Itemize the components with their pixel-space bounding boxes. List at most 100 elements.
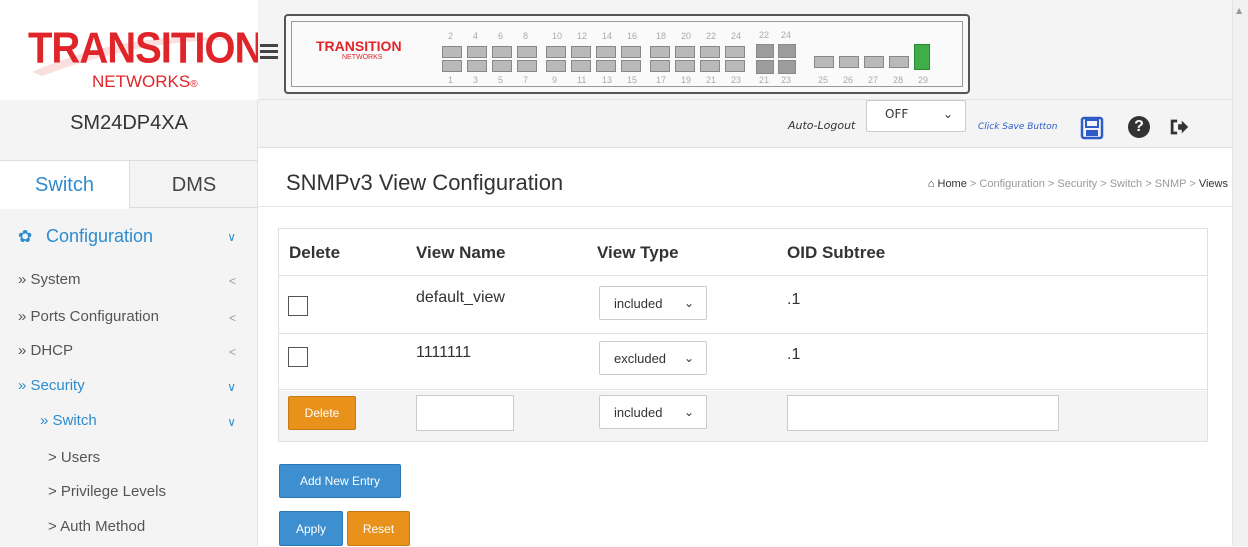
port-icon[interactable]	[650, 46, 670, 58]
port-icon[interactable]	[725, 60, 745, 72]
port-number: 13	[602, 75, 613, 85]
sidebar-item-label: » System	[18, 271, 81, 288]
save-icon[interactable]	[1080, 116, 1104, 140]
port-icon[interactable]	[492, 46, 512, 58]
port-number: 27	[868, 75, 879, 85]
sidebar-item-security[interactable]: » Security ∨	[0, 377, 258, 399]
port-icon[interactable]	[700, 60, 720, 72]
port-icon[interactable]	[571, 46, 591, 58]
port-icon[interactable]	[546, 46, 566, 58]
help-icon[interactable]: ?	[1128, 116, 1150, 138]
port-icon[interactable]	[700, 46, 720, 58]
panel-logo-text-bottom: NETWORKS	[342, 54, 383, 61]
column-header-view-type: View Type	[597, 243, 679, 262]
sidebar-item-privilege-levels[interactable]: > Privilege Levels	[0, 483, 258, 505]
port-icon[interactable]	[546, 60, 566, 72]
port-number: 26	[843, 75, 854, 85]
sfp-port-icon[interactable]	[756, 44, 774, 58]
port-icon[interactable]	[621, 60, 641, 72]
breadcrumb-home[interactable]: Home	[938, 178, 967, 190]
port-number: 3	[473, 75, 479, 85]
sidebar-item-configuration[interactable]: ✿ Configuration ∨	[0, 226, 258, 254]
chevron-down-icon: ∨	[227, 415, 236, 429]
port-number: 19	[681, 75, 692, 85]
port-icon[interactable]	[839, 56, 859, 68]
port-number: 21	[759, 75, 770, 85]
home-icon: ⌂	[927, 178, 935, 190]
logout-icon[interactable]	[1168, 116, 1190, 138]
view-type-select[interactable]: included ⌄	[599, 395, 707, 429]
view-name-input[interactable]	[416, 395, 514, 431]
sidebar-item-dhcp[interactable]: » DHCP <	[0, 342, 258, 364]
scroll-up-icon[interactable]: ▲	[1236, 6, 1242, 15]
sidebar-item-ports-configuration[interactable]: » Ports Configuration <	[0, 308, 258, 330]
chevron-down-icon: ⌄	[683, 351, 694, 365]
port-icon[interactable]	[442, 60, 462, 72]
switch-front-panel[interactable]: TRANSITION NETWORKS 2 1 4 3 6 5 8 7 10 9 12 11 14 13 1…	[284, 14, 970, 94]
port-icon[interactable]	[571, 60, 591, 72]
breadcrumb-item[interactable]: Configuration	[979, 178, 1044, 190]
sfp-port-icon[interactable]	[756, 60, 774, 74]
port-icon[interactable]	[864, 56, 884, 68]
port-icon[interactable]	[889, 56, 909, 68]
divider	[279, 333, 1207, 334]
brand-logo[interactable]: TRANSITION NETWORKS®	[0, 0, 263, 100]
panel-logo-text-top: TRANSITION	[316, 38, 402, 54]
sidebar-item-system[interactable]: » System <	[0, 271, 258, 293]
sidebar-item-users[interactable]: > Users	[0, 449, 258, 471]
port-icon[interactable]	[517, 60, 537, 72]
sfp-port-icon[interactable]	[778, 44, 796, 58]
breadcrumb-current: Views	[1198, 178, 1228, 190]
port-icon[interactable]	[596, 46, 616, 58]
page-title: SNMPv3 View Configuration	[286, 170, 564, 195]
port-icon[interactable]	[467, 46, 487, 58]
oid-subtree-input[interactable]	[787, 395, 1059, 431]
port-icon[interactable]	[467, 60, 487, 72]
view-type-select[interactable]: excluded ⌄	[599, 341, 707, 375]
port-icon[interactable]	[675, 60, 695, 72]
add-new-entry-button[interactable]: Add New Entry	[279, 464, 401, 498]
tab-switch[interactable]: Switch	[0, 161, 130, 209]
apply-button[interactable]: Apply	[279, 511, 343, 546]
divider	[258, 206, 1232, 207]
delete-checkbox[interactable]	[288, 296, 308, 316]
chevron-down-icon: ⌄	[942, 107, 953, 121]
sfp-port-icon[interactable]	[778, 60, 796, 74]
mgmt-port-icon[interactable]	[914, 44, 930, 70]
port-icon[interactable]	[596, 60, 616, 72]
port-number: 24	[731, 31, 742, 41]
port-icon[interactable]	[814, 56, 834, 68]
sidebar-item-switch[interactable]: » Switch ∨	[0, 412, 258, 434]
delete-checkbox[interactable]	[288, 347, 308, 367]
breadcrumb-item[interactable]: SNMP	[1155, 178, 1187, 190]
port-icon[interactable]	[442, 46, 462, 58]
delete-row-button[interactable]: Delete	[288, 396, 356, 430]
sidebar-item-label: > Users	[48, 449, 101, 466]
port-icon[interactable]	[725, 46, 745, 58]
autologout-value: OFF	[885, 107, 909, 121]
sidebar-item-label: » Ports Configuration	[18, 308, 159, 325]
port-icon[interactable]	[517, 46, 537, 58]
scrollbar[interactable]: ▲	[1232, 0, 1248, 546]
breadcrumb-item[interactable]: Switch	[1110, 178, 1142, 190]
tab-dms[interactable]: DMS	[130, 161, 258, 209]
hamburger-menu-icon[interactable]	[260, 44, 278, 60]
logo-text-top: TRANSITION	[28, 23, 263, 73]
sidebar-item-auth-method[interactable]: > Auth Method	[0, 518, 258, 540]
sidebar-item-label: Configuration	[46, 226, 154, 246]
port-number: 17	[656, 75, 667, 85]
chevron-down-icon: ⌄	[683, 405, 694, 419]
oid-cell: .1	[787, 346, 801, 363]
view-name-cell: default_view	[416, 289, 505, 306]
column-header-delete: Delete	[289, 243, 341, 262]
sidebar-tabs: Switch DMS	[0, 160, 258, 209]
port-icon[interactable]	[492, 60, 512, 72]
autologout-select[interactable]: OFF ⌄	[866, 100, 966, 132]
breadcrumb-item[interactable]: Security	[1057, 178, 1097, 190]
reset-button[interactable]: Reset	[347, 511, 410, 546]
port-icon[interactable]	[675, 46, 695, 58]
port-icon[interactable]	[621, 46, 641, 58]
column-header-oid-subtree: OID Subtree	[787, 243, 886, 262]
port-icon[interactable]	[650, 60, 670, 72]
view-type-select[interactable]: included ⌄	[599, 286, 707, 320]
